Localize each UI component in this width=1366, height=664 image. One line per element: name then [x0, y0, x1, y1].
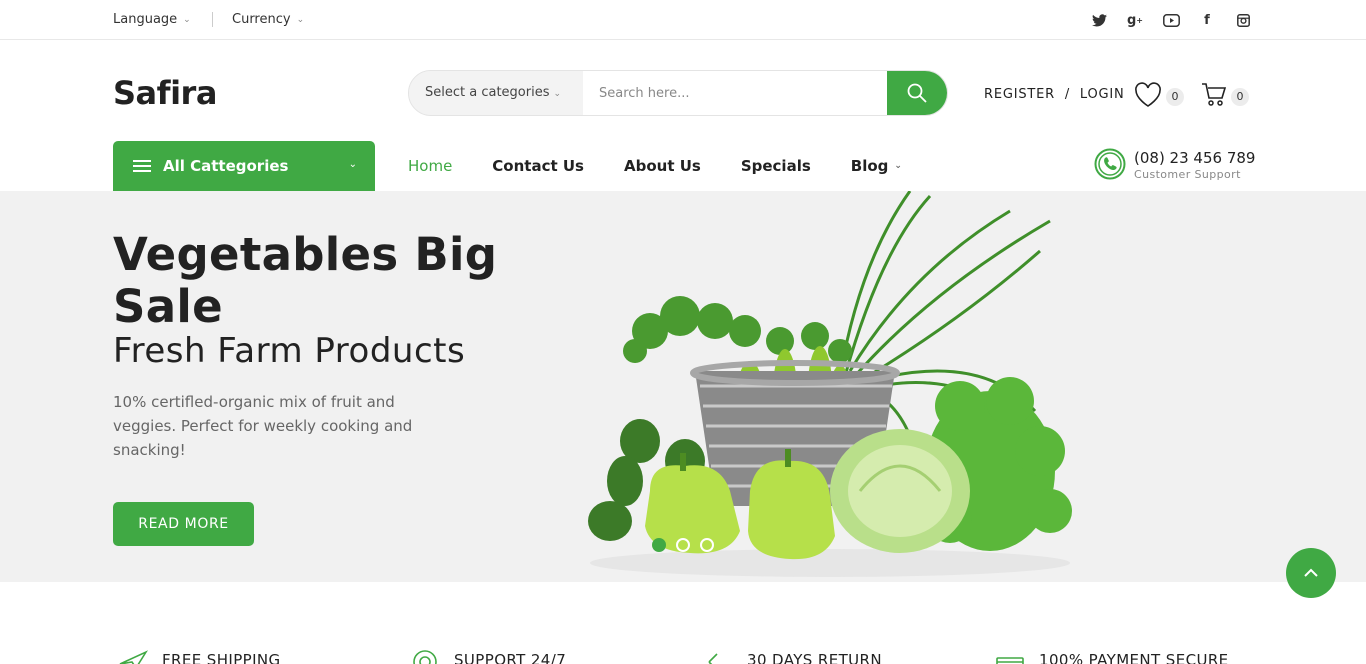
wishlist-count: 0: [1166, 88, 1184, 106]
language-dropdown[interactable]: Language ⌄: [113, 12, 191, 27]
support-label: Customer Support: [1134, 168, 1241, 181]
divider: [212, 12, 213, 27]
facebook-icon[interactable]: f: [1198, 11, 1216, 29]
slider-dot-1[interactable]: [652, 538, 666, 552]
cart-icon: [1202, 83, 1227, 106]
lifebuoy-icon: [413, 650, 437, 664]
nav-item-blog[interactable]: Blog ⌄: [851, 157, 902, 175]
all-categories-button[interactable]: All Cattegories ⌄: [113, 141, 375, 191]
plane-icon: [119, 650, 148, 664]
currency-label: Currency: [232, 12, 291, 27]
youtube-icon[interactable]: [1162, 11, 1180, 29]
chevron-up-icon: [1304, 568, 1318, 577]
hero-slider: Vegetables Big Sale Fresh Farm Products …: [0, 191, 1366, 582]
instagram-icon[interactable]: [1234, 11, 1252, 29]
hero-title: Vegetables Big Sale: [113, 228, 498, 333]
hero-text: 10% certifled-organic mix of fruit and v…: [113, 393, 413, 459]
main-nav: Home Contact Us About Us Specials Blog ⌄: [408, 157, 942, 175]
chevron-down-icon: ⌄: [183, 14, 191, 25]
nav-item-contact[interactable]: Contact Us: [492, 157, 584, 175]
search-input[interactable]: [583, 71, 889, 115]
slider-dot-3[interactable]: [700, 538, 714, 552]
menu-icon: [133, 160, 151, 172]
chevron-down-icon: ⌄: [348, 159, 357, 170]
heart-icon: [1135, 82, 1161, 107]
return-icon: [708, 653, 718, 664]
category-select-label: Select a categories: [425, 85, 550, 100]
nav-item-home[interactable]: Home: [408, 157, 452, 175]
all-categories-label: All Cattegories: [163, 157, 289, 175]
search-bar: Select a categories ⌄: [408, 70, 948, 116]
chevron-down-icon: ⌄: [296, 14, 305, 25]
currency-dropdown[interactable]: Currency ⌄: [232, 12, 304, 27]
feature-free-shipping: FREE SHIPPING: [118, 648, 281, 664]
search-icon: [907, 83, 927, 103]
nav-item-about[interactable]: About Us: [624, 157, 701, 175]
cart-button[interactable]: 0: [1201, 82, 1249, 112]
card-icon: [996, 657, 1024, 664]
hero-subtitle: Fresh Farm Products: [113, 331, 466, 371]
twitter-icon[interactable]: [1090, 11, 1108, 29]
site-logo[interactable]: Safira: [113, 74, 217, 112]
search-button[interactable]: [887, 71, 947, 115]
feature-payment: 100% PAYMENT SECURE: [995, 648, 1229, 664]
feature-return: 30 DAYS RETURN: [703, 648, 882, 664]
slider-dots: [652, 538, 714, 552]
category-select[interactable]: Select a categories ⌄: [409, 71, 583, 115]
nav-item-specials[interactable]: Specials: [741, 157, 811, 175]
google-plus-icon[interactable]: g +: [1126, 11, 1144, 29]
wishlist-button[interactable]: 0: [1134, 82, 1184, 112]
language-label: Language: [113, 12, 178, 27]
read-more-button[interactable]: READ MORE: [113, 502, 254, 546]
chevron-down-icon: ⌄: [553, 89, 562, 99]
slider-dot-2[interactable]: [676, 538, 690, 552]
support-phone[interactable]: (08) 23 456 789: [1134, 149, 1255, 167]
phone-icon: [1094, 148, 1126, 180]
chevron-down-icon: ⌄: [894, 161, 902, 171]
social-links: g + f: [1090, 11, 1252, 29]
scroll-to-top-button[interactable]: [1286, 548, 1336, 598]
top-bar: Language ⌄ Currency ⌄ g + f: [0, 0, 1366, 40]
vegetables-image: [588, 191, 1072, 577]
feature-support: SUPPORT 24/7: [410, 648, 566, 664]
register-login-link[interactable]: REGISTER / LOGIN: [984, 87, 1125, 102]
cart-count: 0: [1231, 88, 1249, 106]
